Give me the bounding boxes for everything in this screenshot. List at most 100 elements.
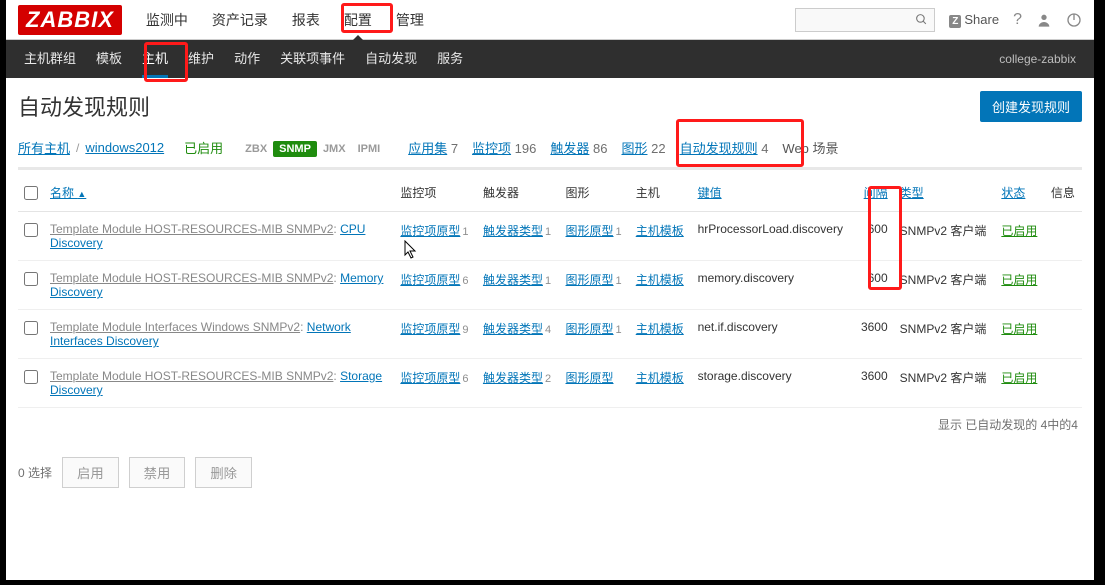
subnav-模板[interactable]: 模板 xyxy=(86,40,132,78)
row-checkbox[interactable] xyxy=(24,370,38,384)
topnav-监测中[interactable]: 监测中 xyxy=(134,0,200,40)
col-interval[interactable]: 间隔 xyxy=(854,174,894,212)
row-checkbox[interactable] xyxy=(24,223,38,237)
col-name[interactable]: 名称 ▲ xyxy=(44,174,394,212)
host-status: 已启用 xyxy=(184,138,223,157)
triggers-link[interactable]: 触发器类型 xyxy=(483,322,543,336)
subnav-关联项事件[interactable]: 关联项事件 xyxy=(270,40,355,78)
key-cell: memory.discovery xyxy=(692,261,854,310)
flag-jmx: JMX xyxy=(317,141,352,157)
col-status[interactable]: 状态 xyxy=(995,174,1044,212)
top-nav: ZABBIX 监测中资产记录报表配置管理 ZShare ? xyxy=(6,0,1094,40)
cursor-icon xyxy=(404,240,420,260)
table-footer: 显示 已自动发现的 4中的4 xyxy=(18,408,1082,437)
logo[interactable]: ZABBIX xyxy=(18,5,122,35)
template-link[interactable]: Template Module Interfaces Windows SNMPv… xyxy=(50,320,300,334)
select-all-checkbox[interactable] xyxy=(24,186,38,200)
filter-bar: 所有主机 / windows2012 已启用 ZBXSNMPJMXIPMI 应用… xyxy=(18,138,1082,170)
interval-cell: 600 xyxy=(854,212,894,261)
topnav-配置[interactable]: 配置 xyxy=(332,0,384,40)
subnav-主机群组[interactable]: 主机群组 xyxy=(14,40,86,78)
rules-table: 名称 ▲ 监控项 触发器 图形 主机 键值 间隔 类型 状态 信息 Templa… xyxy=(18,174,1082,408)
status-link[interactable]: 已启用 xyxy=(1001,371,1037,385)
host-link[interactable]: 主机模板 xyxy=(636,224,684,238)
disable-button[interactable]: 禁用 xyxy=(129,457,186,488)
navtab-自动发现规则[interactable]: 自动发现规则 xyxy=(680,141,758,156)
triggers-link[interactable]: 触发器类型 xyxy=(483,224,543,238)
subnav-自动发现[interactable]: 自动发现 xyxy=(355,40,427,78)
subnav-服务[interactable]: 服务 xyxy=(427,40,473,78)
key-cell: hrProcessorLoad.discovery xyxy=(692,212,854,261)
power-icon[interactable] xyxy=(1066,12,1082,28)
server-name: college-zabbix xyxy=(999,52,1086,66)
host-link[interactable]: 主机模板 xyxy=(636,371,684,385)
col-graphs: 图形 xyxy=(560,174,630,212)
interval-cell: 3600 xyxy=(854,310,894,359)
flag-ipmi: IPMI xyxy=(352,141,387,157)
col-type[interactable]: 类型 xyxy=(894,174,996,212)
type-cell: SNMPv2 客户端 xyxy=(894,212,996,261)
template-link[interactable]: Template Module HOST-RESOURCES-MIB SNMPv… xyxy=(50,222,333,236)
create-rule-button[interactable]: 创建发现规则 xyxy=(980,91,1082,122)
flag-snmp: SNMP xyxy=(273,141,317,157)
navtab-监控项[interactable]: 监控项 xyxy=(472,141,511,156)
subnav-主机[interactable]: 主机 xyxy=(132,40,178,78)
template-link[interactable]: Template Module HOST-RESOURCES-MIB SNMPv… xyxy=(50,271,333,285)
host-link[interactable]: 主机模板 xyxy=(636,273,684,287)
page-title: 自动发现规则 xyxy=(18,90,980,122)
table-row: Template Module HOST-RESOURCES-MIB SNMPv… xyxy=(18,261,1082,310)
col-hosts: 主机 xyxy=(630,174,692,212)
status-link[interactable]: 已启用 xyxy=(1001,322,1037,336)
breadcrumb-all-hosts[interactable]: 所有主机 xyxy=(18,138,70,157)
items-link[interactable]: 监控项原型 xyxy=(400,224,460,238)
key-cell: storage.discovery xyxy=(692,359,854,408)
topnav-资产记录[interactable]: 资产记录 xyxy=(200,0,280,40)
delete-button[interactable]: 删除 xyxy=(195,457,252,488)
graphs-link[interactable]: 图形原型 xyxy=(566,273,614,287)
search-input[interactable] xyxy=(795,8,935,32)
enable-button[interactable]: 启用 xyxy=(62,457,119,488)
navtab-Web 场景[interactable]: Web 场景 xyxy=(782,141,838,156)
col-info: 信息 xyxy=(1045,174,1082,212)
triggers-link[interactable]: 触发器类型 xyxy=(483,273,543,287)
graphs-link[interactable]: 图形原型 xyxy=(566,224,614,238)
table-row: Template Module HOST-RESOURCES-MIB SNMPv… xyxy=(18,359,1082,408)
help-icon[interactable]: ? xyxy=(1013,11,1022,29)
user-icon[interactable] xyxy=(1036,12,1052,28)
template-link[interactable]: Template Module HOST-RESOURCES-MIB SNMPv… xyxy=(50,369,333,383)
graphs-link[interactable]: 图形原型 xyxy=(566,371,614,385)
navtab-图形[interactable]: 图形 xyxy=(621,141,647,156)
navtab-应用集[interactable]: 应用集 xyxy=(408,141,447,156)
table-row: Template Module Interfaces Windows SNMPv… xyxy=(18,310,1082,359)
search-icon xyxy=(915,13,928,26)
type-cell: SNMPv2 客户端 xyxy=(894,310,996,359)
topnav-管理[interactable]: 管理 xyxy=(384,0,436,40)
host-link[interactable]: 主机模板 xyxy=(636,322,684,336)
status-link[interactable]: 已启用 xyxy=(1001,273,1037,287)
selection-count: 0 选择 xyxy=(18,464,52,481)
navtab-触发器[interactable]: 触发器 xyxy=(550,141,589,156)
subnav-动作[interactable]: 动作 xyxy=(224,40,270,78)
table-row: Template Module HOST-RESOURCES-MIB SNMPv… xyxy=(18,212,1082,261)
interval-cell: 3600 xyxy=(854,359,894,408)
row-checkbox[interactable] xyxy=(24,272,38,286)
key-cell: net.if.discovery xyxy=(692,310,854,359)
sub-nav: 主机群组模板主机维护动作关联项事件自动发现服务 college-zabbix xyxy=(6,40,1094,78)
col-items: 监控项 xyxy=(394,174,477,212)
subnav-维护[interactable]: 维护 xyxy=(178,40,224,78)
breadcrumb-host[interactable]: windows2012 xyxy=(85,140,164,155)
items-link[interactable]: 监控项原型 xyxy=(400,371,460,385)
items-link[interactable]: 监控项原型 xyxy=(400,322,460,336)
topnav-报表[interactable]: 报表 xyxy=(280,0,332,40)
interval-cell: 600 xyxy=(854,261,894,310)
share-button[interactable]: ZShare xyxy=(949,12,999,27)
items-link[interactable]: 监控项原型 xyxy=(400,273,460,287)
triggers-link[interactable]: 触发器类型 xyxy=(483,371,543,385)
type-cell: SNMPv2 客户端 xyxy=(894,261,996,310)
row-checkbox[interactable] xyxy=(24,321,38,335)
graphs-link[interactable]: 图形原型 xyxy=(566,322,614,336)
col-key[interactable]: 键值 xyxy=(692,174,854,212)
flag-zbx: ZBX xyxy=(239,141,273,157)
status-link[interactable]: 已启用 xyxy=(1001,224,1037,238)
type-cell: SNMPv2 客户端 xyxy=(894,359,996,408)
